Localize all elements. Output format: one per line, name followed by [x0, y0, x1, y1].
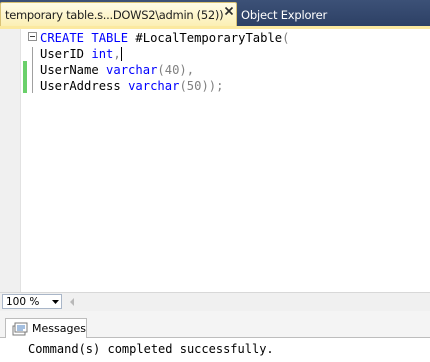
code-token: , — [113, 47, 121, 61]
change-marker — [23, 77, 27, 93]
code-token: varchar — [128, 79, 180, 93]
outline-guide — [32, 47, 33, 93]
code-token: UserName — [40, 63, 107, 77]
messages-output: Command(s) completed successfully. — [0, 338, 430, 362]
code-token: UserAddress — [40, 79, 129, 93]
editor-gutter — [0, 29, 21, 292]
tab-object-explorer[interactable]: Object Explorer — [241, 5, 327, 25]
tab-query-document-label: temporary table.s...DOWS2\admin (52)) — [5, 7, 224, 22]
chevron-down-icon[interactable] — [49, 295, 61, 308]
zoom-select[interactable]: 100 % — [2, 294, 62, 309]
change-marker — [23, 61, 27, 77]
tab-messages[interactable]: Messages — [5, 318, 87, 339]
results-tab-strip: Messages — [0, 316, 430, 339]
code-token: UserID — [40, 47, 92, 61]
scroll-left-icon[interactable] — [67, 296, 77, 308]
code-token: #LocalTemporaryTable — [128, 31, 283, 45]
code-line-3: UserName varchar(40), — [40, 62, 194, 78]
code-token: (50)); — [179, 79, 224, 93]
code-token: int — [91, 47, 114, 61]
sql-editor[interactable]: CREATE TABLE #LocalTemporaryTable( UserI… — [0, 26, 430, 292]
close-icon[interactable] — [224, 6, 234, 16]
code-token: ( — [282, 31, 290, 45]
text-caret — [120, 47, 122, 61]
code-token: (40), — [157, 63, 195, 77]
messages-icon — [12, 322, 28, 335]
results-pane: Messages Command(s) completed successful… — [0, 311, 430, 362]
code-line-4: UserAddress varchar(50)); — [40, 78, 223, 94]
document-tab-strip: temporary table.s...DOWS2\admin (52)) Ob… — [0, 0, 430, 26]
code-token: CREATE TABLE — [40, 31, 129, 45]
collapse-toggle[interactable] — [28, 32, 37, 41]
tab-query-document[interactable]: temporary table.s...DOWS2\admin (52)) — [0, 2, 237, 26]
zoom-value: 100 % — [6, 295, 40, 308]
zoom-bar: 100 % — [0, 292, 430, 311]
code-line-1: CREATE TABLE #LocalTemporaryTable( — [40, 30, 290, 46]
tab-messages-label: Messages — [32, 322, 86, 335]
code-line-2: UserID int, — [40, 46, 122, 62]
code-token: varchar — [106, 63, 158, 77]
result-message: Command(s) completed successfully. — [28, 342, 274, 356]
tab-object-explorer-label: Object Explorer — [241, 8, 327, 22]
